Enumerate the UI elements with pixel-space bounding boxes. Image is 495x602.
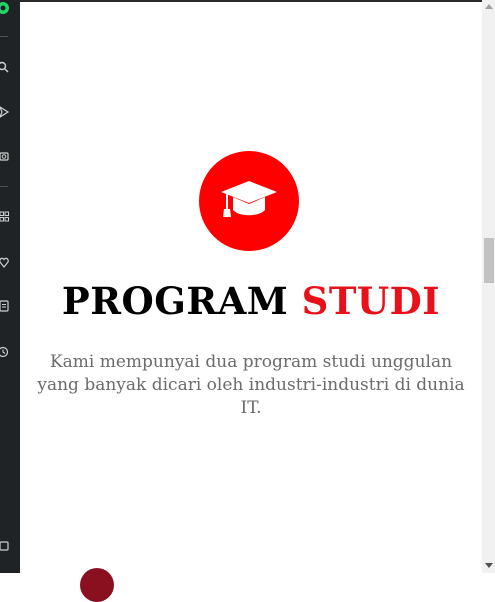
history-icon[interactable] — [0, 346, 12, 358]
apps-icon[interactable] — [0, 211, 12, 223]
window-icon[interactable] — [0, 540, 12, 552]
header-border — [20, 0, 482, 2]
news-icon[interactable] — [0, 300, 12, 312]
sidebar-divider — [0, 186, 8, 187]
sidebar-divider — [0, 36, 8, 37]
scroll-up-arrow-icon[interactable] — [485, 4, 493, 9]
next-section-icon — [80, 568, 114, 602]
vertical-scrollbar[interactable] — [482, 0, 495, 573]
browser-sidebar — [0, 0, 20, 573]
title-part-program: PROGRAM — [61, 279, 289, 323]
graduation-cap-icon — [199, 151, 299, 251]
scrollbar-thumb[interactable] — [484, 238, 494, 283]
send-icon[interactable] — [0, 106, 12, 118]
camera-icon[interactable] — [0, 150, 12, 162]
search-icon[interactable] — [0, 61, 12, 73]
scroll-down-arrow-icon[interactable] — [485, 563, 493, 568]
title-part-studi: STUDI — [301, 279, 441, 323]
page-content: PROGRAM STUDI Kami mempunyai dua program… — [20, 0, 482, 602]
whatsapp-icon[interactable] — [0, 2, 12, 14]
heart-icon[interactable] — [0, 256, 12, 268]
page-title: PROGRAM STUDI — [20, 278, 482, 324]
section-description: Kami mempunyai dua program studi unggula… — [37, 352, 465, 418]
